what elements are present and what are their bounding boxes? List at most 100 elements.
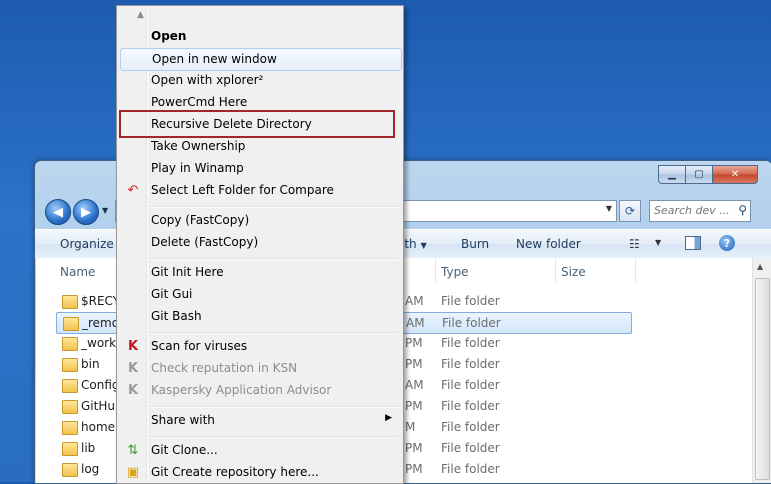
organize-label: Organize xyxy=(60,237,114,251)
file-date: AM xyxy=(405,378,424,392)
menu-item-delete-fastcopy[interactable]: Delete (FastCopy) xyxy=(120,232,400,253)
refresh-icon: ⟳ xyxy=(624,204,636,218)
menu-item-git-init-here[interactable]: Git Init Here xyxy=(120,262,400,283)
forward-button[interactable]: ▶ xyxy=(73,199,99,225)
menu-separator xyxy=(149,206,399,208)
menu-item-take-ownership[interactable]: Take Ownership xyxy=(120,136,400,157)
file-name: _work xyxy=(81,336,117,350)
close-button[interactable]: ✕ xyxy=(712,165,758,184)
menu-separator xyxy=(149,258,399,260)
menu-item-git-create-repository-here[interactable]: ▣ Git Create repository here... xyxy=(120,462,400,483)
menu-item-label: Take Ownership xyxy=(151,139,246,153)
menu-item-label: Git Bash xyxy=(151,309,202,323)
column-size[interactable]: Size xyxy=(561,265,586,279)
menu-item-play-in-winamp[interactable]: Play in Winamp xyxy=(120,158,400,179)
file-type: File folder xyxy=(441,441,500,455)
folder-icon xyxy=(62,400,78,414)
scroll-up-icon[interactable]: ▲ xyxy=(757,262,763,271)
help-icon[interactable]: ? xyxy=(719,235,735,251)
back-arrow-icon: ◀ xyxy=(53,204,63,220)
folder-icon xyxy=(62,463,78,477)
burn-button[interactable]: Burn xyxy=(461,237,489,251)
file-type: File folder xyxy=(441,294,500,308)
search-box[interactable]: ⚲ xyxy=(649,200,751,222)
menu-item-label: Select Left Folder for Compare xyxy=(151,183,334,197)
undo-arrow-icon: ↶ xyxy=(127,183,139,198)
menu-separator xyxy=(149,332,399,334)
menu-item-git-gui[interactable]: Git Gui xyxy=(120,284,400,305)
file-date: PM xyxy=(405,462,423,476)
column-divider[interactable] xyxy=(635,258,636,284)
minimize-button[interactable]: ▁ xyxy=(658,165,685,184)
folder-icon xyxy=(62,442,78,456)
file-type: File folder xyxy=(442,316,501,330)
caption-buttons: ▁ ▢ ✕ xyxy=(658,165,758,184)
file-type: File folder xyxy=(441,336,500,350)
search-input[interactable] xyxy=(650,201,734,219)
folder-icon xyxy=(63,317,79,331)
column-name[interactable]: Name xyxy=(60,265,95,279)
kaspersky-icon: K xyxy=(127,339,139,354)
menu-item-label: Copy (FastCopy) xyxy=(151,213,250,227)
vertical-scrollbar[interactable]: ▲ xyxy=(752,258,771,483)
search-icon[interactable]: ⚲ xyxy=(738,203,747,217)
menu-item-label: Open xyxy=(151,29,187,43)
menu-item-label: Git Gui xyxy=(151,287,193,301)
folder-icon xyxy=(62,421,78,435)
menu-item-copy-fastcopy[interactable]: Copy (FastCopy) xyxy=(120,210,400,231)
preview-pane-icon[interactable] xyxy=(685,236,701,250)
change-view-icon[interactable]: ☷ xyxy=(629,237,640,251)
column-divider[interactable] xyxy=(555,258,556,284)
forward-arrow-icon: ▶ xyxy=(81,204,91,220)
organize-button[interactable]: Organize▼ xyxy=(60,237,124,251)
kaspersky-icon: K xyxy=(127,361,139,376)
maximize-button[interactable]: ▢ xyxy=(685,165,712,184)
file-name: bin xyxy=(81,357,100,371)
git-clone-icon: ⇅ xyxy=(127,443,139,458)
file-type: File folder xyxy=(441,399,500,413)
file-name: Config xyxy=(81,378,120,392)
share-with-button[interactable]: ith ▼ xyxy=(401,237,427,251)
address-dropdown-icon[interactable]: ▼ xyxy=(606,204,612,213)
menu-item-label: Git Init Here xyxy=(151,265,224,279)
menu-separator xyxy=(149,406,399,408)
scrollbar-thumb[interactable] xyxy=(755,278,770,480)
menu-item-kaspersky-application-advisor[interactable]: K Kaspersky Application Advisor xyxy=(120,380,400,401)
menu-item-open-in-new-window[interactable]: Open in new window xyxy=(120,48,402,71)
menu-item-label: PowerCmd Here xyxy=(151,95,248,109)
new-folder-button[interactable]: New folder xyxy=(516,237,581,251)
git-create-icon: ▣ xyxy=(126,465,140,480)
column-divider[interactable] xyxy=(435,258,436,284)
menu-item-label: Delete (FastCopy) xyxy=(151,235,259,249)
chevron-down-icon: ▼ xyxy=(420,241,427,250)
file-name: home xyxy=(81,420,116,434)
file-date: PM xyxy=(405,399,423,413)
menu-item-label: Git Clone... xyxy=(151,443,218,457)
file-date: M xyxy=(405,420,416,434)
refresh-button[interactable]: ⟳ xyxy=(619,200,641,222)
menu-item-share-with[interactable]: Share with ▶ xyxy=(120,410,400,431)
menu-item-git-bash[interactable]: Git Bash xyxy=(120,306,400,327)
menu-item-open-with-xplorer2[interactable]: Open with xplorer² xyxy=(120,70,400,91)
menu-item-check-reputation-in-ksn[interactable]: K Check reputation in KSN xyxy=(120,358,400,379)
column-type[interactable]: Type xyxy=(441,265,469,279)
menu-item-label: Git Create repository here... xyxy=(151,465,319,479)
menu-item-label: Open in new window xyxy=(152,52,277,66)
recent-pages-dropdown-icon[interactable]: ▼ xyxy=(102,206,108,215)
highlight-annotation-box xyxy=(119,110,395,138)
file-date: PM xyxy=(405,357,423,371)
menu-item-select-left-folder-for-compare[interactable]: ↶ Select Left Folder for Compare xyxy=(120,180,400,201)
file-type: File folder xyxy=(441,462,500,476)
file-type: File folder xyxy=(441,357,500,371)
menu-item-label: Check reputation in KSN xyxy=(151,361,298,375)
file-date: PM xyxy=(405,441,423,455)
menu-item-scan-for-viruses[interactable]: K Scan for viruses xyxy=(120,336,400,357)
menu-item-label: Share with xyxy=(151,413,215,427)
menu-item-open[interactable]: Open xyxy=(120,26,400,47)
view-dropdown-icon[interactable]: ▼ xyxy=(655,238,661,247)
back-button[interactable]: ◀ xyxy=(45,199,71,225)
menu-item-git-clone[interactable]: ⇅ Git Clone... xyxy=(120,440,400,461)
folder-icon xyxy=(62,358,78,372)
folder-icon xyxy=(62,337,78,351)
menu-scroll-up-icon[interactable]: ▲ xyxy=(137,10,144,20)
